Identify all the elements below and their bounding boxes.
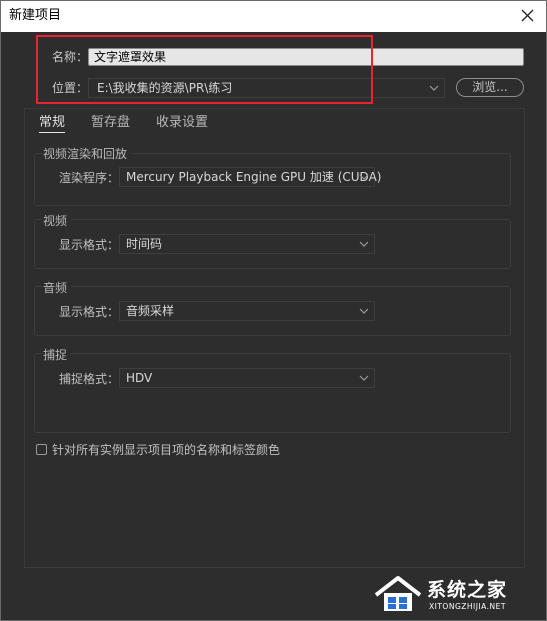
section-capture [34, 353, 511, 433]
renderer-dropdown[interactable]: Mercury Playback Engine GPU 加速 (CUDA) [119, 167, 381, 187]
close-button[interactable] [514, 4, 540, 28]
capture-format-label: 捕捉格式： [59, 372, 120, 386]
capture-format-value: HDV [126, 371, 153, 385]
dialog-title: 新建项目 [9, 8, 62, 23]
capture-format-dropdown[interactable]: HDV [119, 368, 375, 388]
audio-display-format-dropdown[interactable]: 音频采样 [119, 301, 375, 321]
section-title-capture: 捕捉 [43, 347, 72, 363]
chevron-down-icon [359, 375, 369, 381]
chevron-down-icon [359, 241, 369, 247]
video-display-format-value: 时间码 [126, 237, 163, 251]
title-bar: 新建项目 [1, 1, 546, 32]
show-names-labels-label: 针对所有实例显示项目项的名称和标签颜色 [52, 443, 281, 457]
audio-display-format-value: 音频采样 [126, 304, 175, 318]
tab-ingest-settings[interactable]: 收录设置 [156, 115, 208, 131]
chevron-down-icon [429, 85, 439, 91]
chevron-down-icon [359, 308, 369, 314]
video-display-format-label: 显示格式： [59, 238, 120, 252]
audio-display-format-label: 显示格式： [59, 305, 120, 319]
renderer-value: Mercury Playback Engine GPU 加速 (CUDA) [126, 170, 382, 184]
watermark-url: XITONGZHIJIA.NET [429, 602, 506, 611]
close-icon [521, 9, 533, 22]
house-logo-icon [374, 576, 422, 611]
show-names-labels-checkbox[interactable] [36, 444, 47, 455]
section-title-video: 视频 [43, 213, 72, 229]
watermark-brand: 系统之家 [427, 579, 508, 601]
renderer-label: 渲染程序： [59, 171, 120, 185]
site-watermark: 系统之家 XITONGZHIJIA.NET [373, 569, 543, 617]
section-title-video-rendering: 视频渲染和回放 [43, 146, 132, 162]
annotation-highlight-box [36, 35, 373, 104]
tab-scratch-disks[interactable]: 暂存盘 [91, 115, 130, 131]
new-project-dialog: 新建项目 名称： 文字遮罩效果 位置： E:\我收集的资源\PR\练习 浏览..… [0, 0, 547, 621]
browse-button[interactable]: 浏览... [456, 78, 524, 97]
video-display-format-dropdown[interactable]: 时间码 [119, 234, 375, 254]
section-title-audio: 音频 [43, 280, 72, 296]
chevron-down-icon [359, 174, 369, 180]
tab-general[interactable]: 常规 [39, 115, 66, 133]
